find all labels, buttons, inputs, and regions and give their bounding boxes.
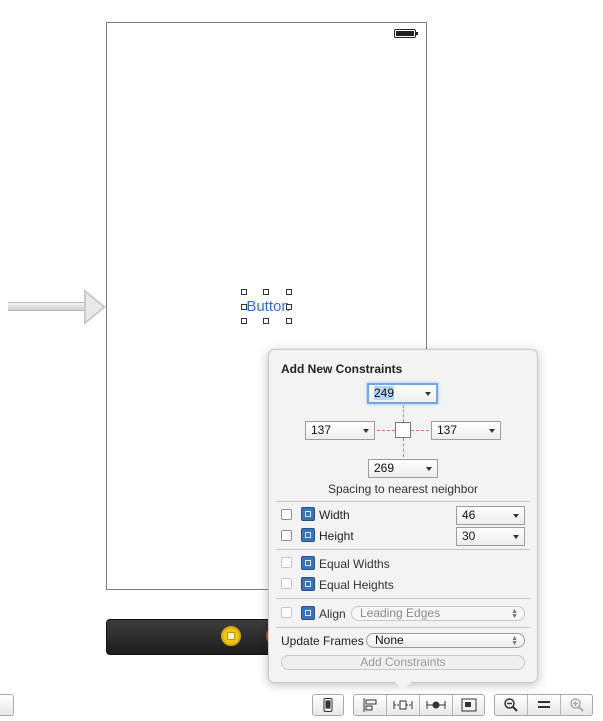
selected-button[interactable]: Button: [244, 298, 292, 315]
right-constraint-line[interactable]: [411, 430, 429, 431]
height-checkbox[interactable]: [281, 530, 292, 541]
equal-widths-icon: [301, 556, 315, 570]
chevron-down-icon[interactable]: [425, 392, 431, 396]
height-field[interactable]: 30: [456, 527, 525, 546]
zoom-out-icon[interactable]: [495, 695, 527, 715]
spacing-caption: Spacing to nearest neighbor: [327, 482, 479, 496]
resize-handle[interactable]: [241, 289, 247, 295]
device-button[interactable]: [312, 694, 344, 716]
chevron-down-icon[interactable]: [513, 514, 519, 518]
width-field[interactable]: 46: [456, 506, 525, 525]
align-select[interactable]: Leading Edges ▲ ▼: [351, 606, 525, 621]
popover-title: Add New Constraints: [281, 362, 403, 376]
zoom-toolbar: [494, 694, 593, 716]
left-constraint-line[interactable]: [377, 430, 395, 431]
align-label: Align: [319, 607, 346, 621]
constraints-toolbar: [353, 694, 485, 716]
equal-heights-icon: [301, 577, 315, 591]
resize-handle[interactable]: [263, 318, 269, 324]
resize-handle[interactable]: [241, 304, 247, 310]
left-spacing-field[interactable]: 137: [305, 421, 375, 440]
entry-arrow-head-inner: [86, 293, 103, 321]
view-controller-icon[interactable]: [221, 626, 241, 646]
top-constraint-line[interactable]: [403, 405, 404, 422]
zoom-reset-icon[interactable]: [528, 695, 560, 715]
resize-handle[interactable]: [241, 318, 247, 324]
width-label: Width: [319, 508, 350, 522]
top-spacing-field[interactable]: 249: [367, 383, 438, 404]
right-spacing-field[interactable]: 137: [431, 421, 501, 440]
chevron-down-icon[interactable]: [363, 429, 369, 433]
height-constraint-icon: [301, 528, 315, 542]
width-checkbox[interactable]: [281, 509, 292, 520]
updown-arrows-icon: ▲ ▼: [511, 635, 518, 647]
chevron-down-icon[interactable]: [513, 535, 519, 539]
bottom-spacing-field[interactable]: 269: [368, 459, 438, 478]
align-icon[interactable]: [354, 695, 386, 715]
resize-handle[interactable]: [286, 289, 292, 295]
equal-widths-checkbox[interactable]: [281, 557, 292, 568]
left-toolbar-button[interactable]: [0, 694, 14, 716]
height-label: Height: [319, 529, 354, 543]
entry-arrow: [8, 302, 88, 311]
equal-widths-label: Equal Widths: [319, 557, 390, 571]
width-constraint-icon: [301, 507, 315, 521]
updown-arrows-icon: ▲ ▼: [511, 608, 518, 620]
pin-icon[interactable]: [387, 695, 419, 715]
equal-heights-checkbox[interactable]: [281, 578, 292, 589]
align-icon: [301, 606, 315, 620]
chevron-down-icon[interactable]: [426, 467, 432, 471]
bottom-constraint-line[interactable]: [403, 438, 404, 457]
resize-handle[interactable]: [263, 289, 269, 295]
resize-handle[interactable]: [286, 304, 292, 310]
align-checkbox[interactable]: [281, 607, 292, 618]
update-frames-select[interactable]: None ▲ ▼: [366, 633, 525, 648]
equal-heights-label: Equal Heights: [319, 578, 394, 592]
chevron-down-icon[interactable]: [489, 429, 495, 433]
add-constraints-button[interactable]: Add Constraints: [281, 655, 525, 670]
zoom-in-icon[interactable]: [561, 695, 592, 715]
divider: [276, 501, 530, 502]
popover-arrow: [394, 681, 412, 691]
divider: [276, 598, 530, 599]
resolve-icon[interactable]: [420, 695, 452, 715]
device-icon: [313, 695, 343, 715]
resize-handle[interactable]: [286, 318, 292, 324]
scene-dock: [106, 619, 276, 655]
divider: [276, 627, 530, 628]
battery-icon: [394, 29, 418, 38]
update-frames-label: Update Frames: [281, 634, 364, 648]
constraint-target-box: [395, 422, 411, 438]
divider: [276, 549, 530, 550]
resize-icon[interactable]: [453, 695, 484, 715]
